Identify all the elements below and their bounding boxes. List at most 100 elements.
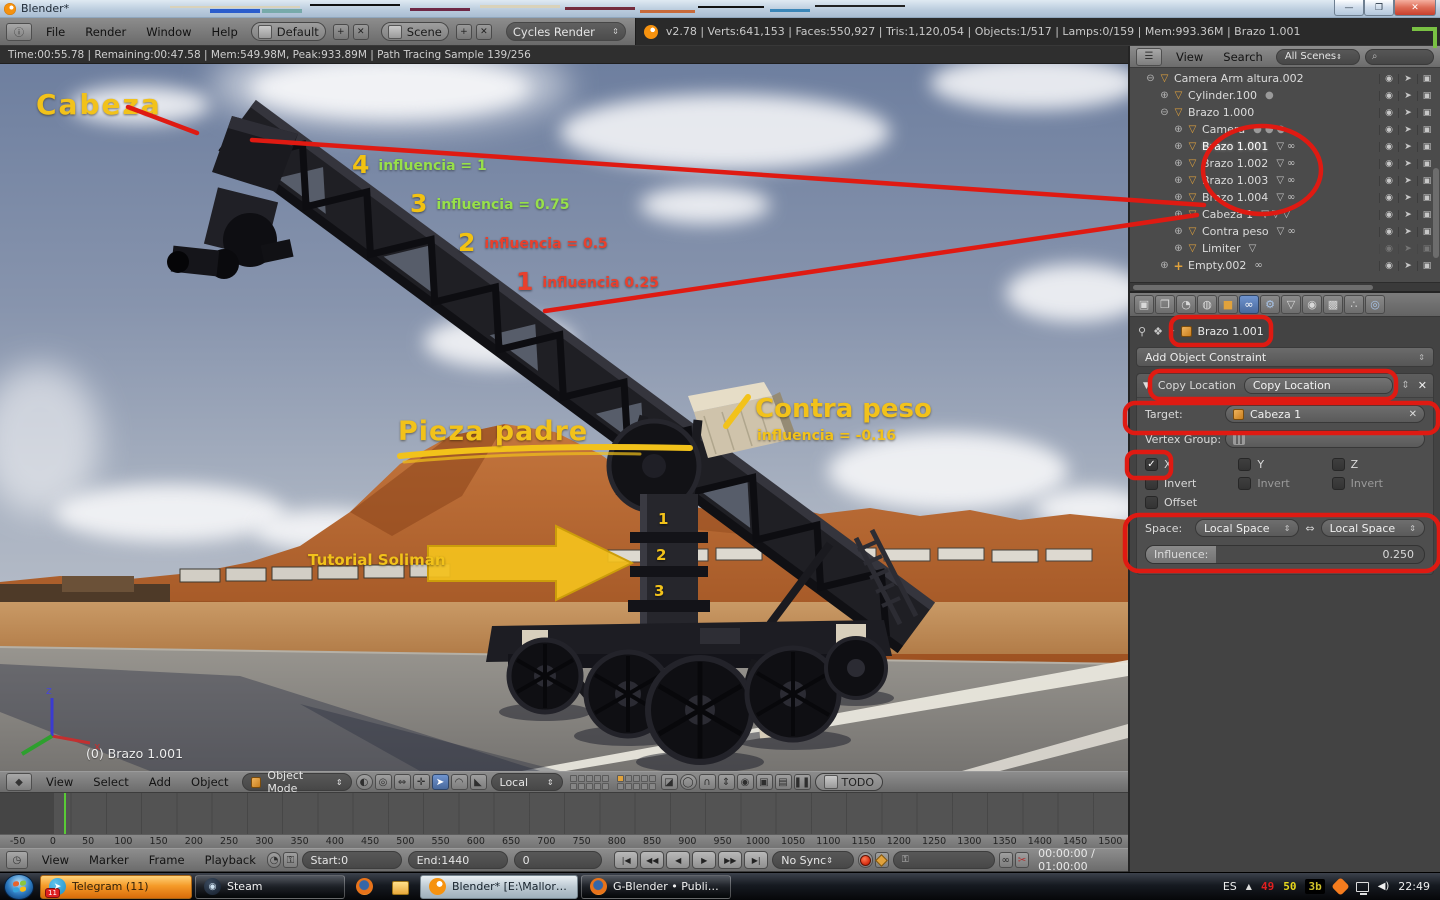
eye-toggle-icon[interactable]: ◉ <box>1379 243 1398 254</box>
menu-view[interactable]: View <box>36 775 83 789</box>
axis-x-checkbox[interactable]: ✓ X <box>1145 458 1238 471</box>
menu-search[interactable]: Search <box>1213 50 1273 64</box>
editor-type-button[interactable]: ◆ <box>6 773 32 791</box>
eye-toggle-icon[interactable]: ◉ <box>1379 209 1398 220</box>
outliner-row[interactable]: ⊕ ▽ Brazo 1.003 ▽ ∞ ◉ ➤ ▣ <box>1130 172 1440 189</box>
camera-toggle-icon[interactable]: ▣ <box>1417 90 1436 101</box>
prev-keyframe-button[interactable]: ◀◀ <box>640 851 665 869</box>
menu-marker[interactable]: Marker <box>79 853 139 867</box>
eye-toggle-icon[interactable]: ◉ <box>1379 90 1398 101</box>
layers-grid-2[interactable] <box>616 774 656 790</box>
outliner-row[interactable]: ⊕ ▽ Cabeza 1 ▽ ▽ ▽ ◉ ➤ ▣ <box>1130 206 1440 223</box>
invert-y-checkbox[interactable]: Invert <box>1238 477 1331 490</box>
window-titlebar[interactable]: Blender* — ❐ ✕ <box>0 0 1440 18</box>
move-constraint-icon[interactable]: ⇕ <box>1401 380 1409 391</box>
outliner-item-label[interactable]: Brazo 1.004 <box>1202 191 1268 204</box>
constraint-name-field[interactable]: Copy Location <box>1243 377 1394 394</box>
outliner-row[interactable]: ⊕ ▽ Contra peso ▽ ∞ ◉ ➤ ▣ <box>1130 223 1440 240</box>
menu-window[interactable]: Window <box>136 25 201 39</box>
taskbar-button-firefox[interactable]: G-Blender • Publicar ... <box>581 874 731 899</box>
menu-help[interactable]: Help <box>202 25 248 39</box>
outliner-hscrollbar[interactable] <box>1130 282 1440 291</box>
cursor-toggle-icon[interactable]: ➤ <box>1398 192 1417 203</box>
pivot-point-button[interactable]: ◎ <box>374 774 392 790</box>
render-opengl-button[interactable]: ▣ <box>755 774 773 790</box>
taskbar-button-blender[interactable]: Blender* [E:\Malloric... <box>420 874 578 899</box>
camera-toggle-icon[interactable]: ▣ <box>1417 124 1436 135</box>
cursor-toggle-icon[interactable]: ➤ <box>1398 141 1417 152</box>
tab-render-layers[interactable]: ❐ <box>1155 295 1175 314</box>
eye-toggle-icon[interactable]: ◉ <box>1379 175 1398 186</box>
eye-toggle-icon[interactable]: ◉ <box>1379 141 1398 152</box>
snap-button[interactable]: ∩ <box>698 774 716 790</box>
outliner-item-label[interactable]: Limiter <box>1202 242 1241 255</box>
axis-z-checkbox[interactable]: Z <box>1331 458 1425 471</box>
transform-orientation-selector[interactable]: Local ⇕ <box>490 773 563 791</box>
scale-manipulator-button[interactable]: ◣ <box>469 774 487 790</box>
cursor-toggle-icon[interactable]: ➤ <box>1398 107 1417 118</box>
render-engine-selector[interactable]: Cycles Render ⇕ <box>505 22 626 41</box>
expander-icon[interactable]: ⊕ <box>1158 90 1171 101</box>
delete-keyframes-button[interactable]: ✂ <box>1014 852 1030 868</box>
expander-icon[interactable]: ⊕ <box>1172 243 1185 254</box>
influence-slider[interactable]: Influence: 0.250 <box>1145 545 1425 564</box>
invert-z-checkbox[interactable]: Invert <box>1331 477 1425 490</box>
jump-to-start-button[interactable]: |◀ <box>614 851 639 869</box>
viewport-3d[interactable]: x z Cabeza 4 influencia = 1 3 influencia = … <box>0 64 1128 771</box>
menu-object[interactable]: Object <box>181 775 238 789</box>
outliner-row[interactable]: ⊕ ▽ Brazo 1.001 ▽ ∞ ◉ ➤ ▣ <box>1130 138 1440 155</box>
timeline-tracks[interactable] <box>0 793 1128 834</box>
taskbar-button-steam[interactable]: Steam <box>195 874 345 899</box>
editor-type-button[interactable]: ◷ <box>6 851 28 869</box>
minimize-button[interactable]: — <box>1334 0 1364 16</box>
outliner-item-label[interactable]: Camera Arm altura.002 <box>1174 72 1304 85</box>
menu-add[interactable]: Add <box>139 775 181 789</box>
outliner-row[interactable]: ⊕ ▽ Brazo 1.002 ▽ ∞ ◉ ➤ ▣ <box>1130 155 1440 172</box>
proportional-edit-button[interactable]: ◯ <box>679 774 697 790</box>
eye-toggle-icon[interactable]: ◉ <box>1379 158 1398 169</box>
menu-render[interactable]: Render <box>75 25 136 39</box>
avast-tray-icon[interactable] <box>1331 877 1350 896</box>
camera-toggle-icon[interactable]: ▣ <box>1417 141 1436 152</box>
eye-toggle-icon[interactable]: ◉ <box>1379 192 1398 203</box>
axis-y-checkbox[interactable]: Y <box>1238 458 1331 471</box>
play-reverse-button[interactable]: ◀ <box>666 851 691 869</box>
add-layout-button[interactable]: + <box>332 23 349 40</box>
next-keyframe-button[interactable]: ▶▶ <box>718 851 743 869</box>
translate-manipulator-button[interactable]: ✛ <box>412 774 430 790</box>
outliner-row[interactable]: ⊖ ▽ Brazo 1.000 ◉ ➤ ▣ <box>1130 104 1440 121</box>
timeline-ruler[interactable]: -50 0 50 100 150 200 250 300 350 400 450 500 550 600 6… <box>0 834 1128 848</box>
cursor-toggle-icon[interactable]: ➤ <box>1398 175 1417 186</box>
tab-scene[interactable]: ◔ <box>1176 295 1196 314</box>
auto-keyframe-button[interactable] <box>858 852 873 868</box>
render-opengl-anim-button[interactable]: ▤ <box>774 774 792 790</box>
tab-physics[interactable]: ◎ <box>1365 295 1385 314</box>
snap-element-button[interactable]: ⇕ <box>717 774 735 790</box>
vertex-group-field[interactable] <box>1225 430 1425 448</box>
outliner-row[interactable]: ⊕ ▽ Brazo 1.004 ▽ ∞ ◉ ➤ ▣ <box>1130 189 1440 206</box>
manipulator-arrow-button[interactable]: ➤ <box>431 774 449 790</box>
cursor-toggle-icon[interactable]: ➤ <box>1398 226 1417 237</box>
target-space-selector[interactable]: Local Space ⇕ <box>1320 519 1425 537</box>
insert-keyframes-button[interactable]: ∞ <box>998 852 1013 868</box>
tab-object[interactable]: ■ <box>1218 295 1238 314</box>
tab-render[interactable]: ▣ <box>1134 295 1154 314</box>
active-keying-set-field[interactable]: ⚿ <box>892 851 995 869</box>
expander-icon[interactable]: ⊕ <box>1172 141 1185 152</box>
eye-toggle-icon[interactable]: ◉ <box>1379 107 1398 118</box>
current-frame-indicator[interactable] <box>64 793 66 834</box>
outliner-item-label[interactable]: Brazo 1.001 <box>1202 140 1268 153</box>
owner-space-selector[interactable]: Local Space ⇕ <box>1195 519 1300 537</box>
outliner-row[interactable]: ⊕ ▽ Cylinder.100 ● ◉ ➤ ▣ <box>1130 87 1440 104</box>
outliner-row[interactable]: ⊕ + Empty.002 ∞ ◉ ➤ ▣ <box>1130 257 1440 274</box>
offset-checkbox[interactable]: Offset <box>1145 496 1238 509</box>
display-mode-selector[interactable]: All Scenes ⇕ <box>1275 48 1360 65</box>
tab-object-data[interactable]: ▽ <box>1281 295 1301 314</box>
outliner-item-label[interactable]: Camera <box>1202 123 1245 136</box>
delete-layout-button[interactable]: ✕ <box>352 23 369 40</box>
frame-start-field[interactable]: Start: 0 <box>301 851 402 869</box>
outliner-item-label[interactable]: Brazo 1.003 <box>1202 174 1268 187</box>
outliner-item-label[interactable]: Cabeza 1 <box>1202 208 1253 221</box>
restore-button[interactable]: ❐ <box>1364 0 1394 16</box>
lock-to-scene-button[interactable]: ◪ <box>660 774 678 790</box>
